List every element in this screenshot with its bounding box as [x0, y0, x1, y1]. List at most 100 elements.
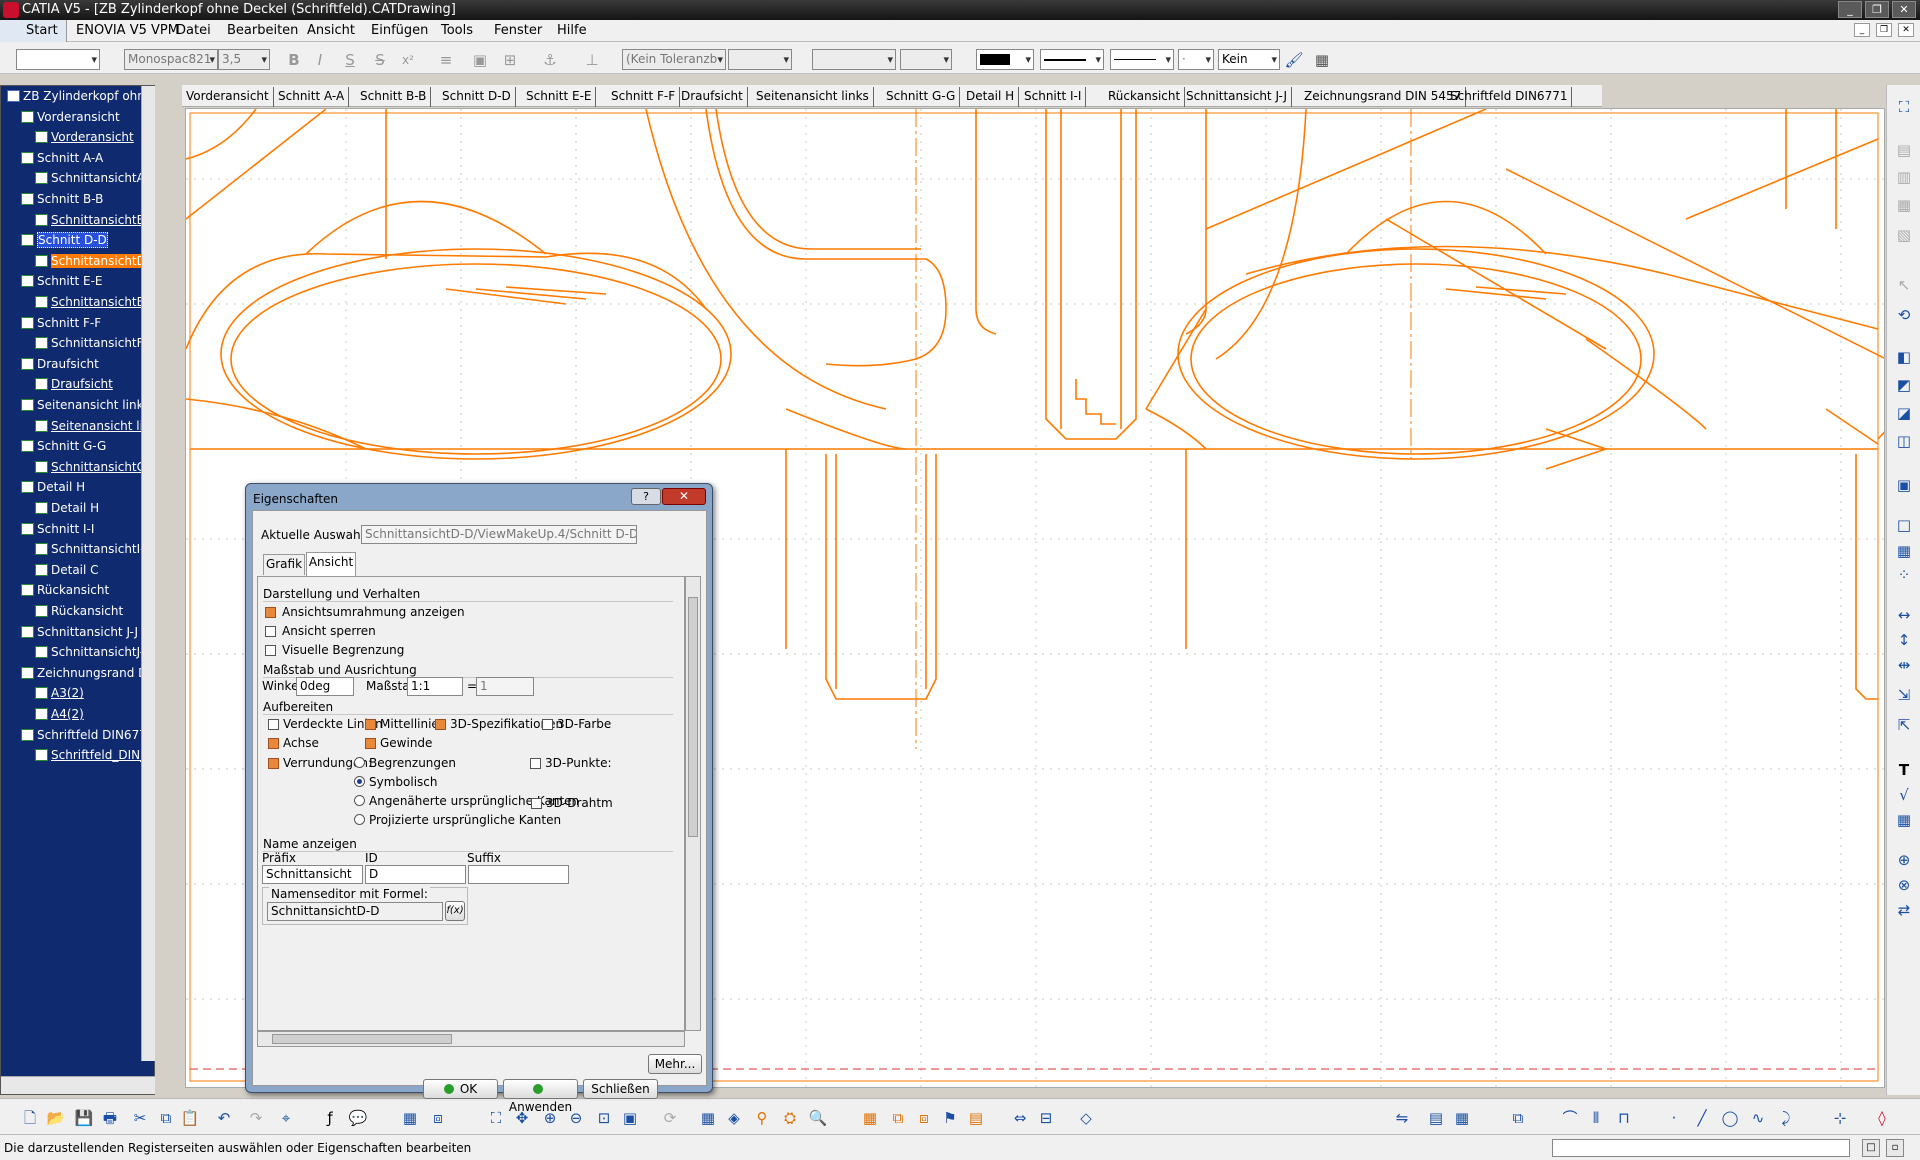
frame-icon[interactable]: ▣ — [470, 50, 490, 70]
more-button[interactable]: Mehr... — [648, 1054, 702, 1074]
symmetry-icon[interactable]: ⫴ — [1586, 1108, 1606, 1128]
fillet-approx-radio[interactable] — [354, 795, 365, 806]
view3-icon[interactable]: ▦ — [1894, 195, 1914, 215]
sheet-tab[interactable]: Schnitt D-D — [438, 87, 516, 107]
sheet-tab[interactable]: Rückansicht — [1104, 87, 1186, 107]
view-frame-icon[interactable]: ⧈ — [914, 1108, 934, 1128]
chart-icon[interactable]: ▤ — [1426, 1108, 1446, 1128]
tree-node[interactable]: SchnittansichtJ-J — [35, 644, 141, 660]
undo-icon[interactable]: ↶ — [214, 1108, 234, 1128]
grid-icon[interactable]: ▦ — [1894, 541, 1914, 561]
formula-input[interactable]: SchnittansichtD-D — [267, 902, 443, 921]
sheet-tab[interactable]: Detail H — [962, 87, 1020, 107]
whats-this-icon[interactable]: ⌖ — [276, 1108, 296, 1128]
lock-view-checkbox[interactable] — [265, 626, 276, 637]
sheet-tab[interactable]: Schnitt A-A — [274, 87, 350, 107]
tree-node[interactable]: ZB Zylinderkopf ohne Dec — [7, 88, 141, 104]
tree-node[interactable]: Schnitt A-A — [21, 150, 103, 166]
inspect-icon[interactable]: 🔍 — [808, 1108, 828, 1128]
lineweight-combo[interactable] — [1110, 49, 1174, 70]
filter-icon[interactable]: ⚑ — [940, 1108, 960, 1128]
select-icon[interactable]: ↖ — [1894, 275, 1914, 295]
underline-button[interactable]: S — [340, 50, 360, 70]
circle-icon[interactable]: ◯ — [1720, 1108, 1740, 1128]
tree-node[interactable]: Seitenansicht links — [21, 397, 141, 413]
id-input[interactable]: D — [365, 865, 466, 884]
points3d-checkbox[interactable] — [530, 758, 541, 769]
fillet-projected-radio[interactable] — [354, 814, 365, 825]
pattern-combo[interactable]: Kein — [1218, 49, 1280, 70]
menu-ansicht[interactable]: Ansicht — [307, 23, 355, 38]
projection-icon[interactable]: ⟲ — [1894, 305, 1914, 325]
status-button-1[interactable]: □ — [1862, 1139, 1880, 1157]
angle-input[interactable]: 0deg — [296, 677, 354, 696]
panel-horizontal-scrollbar[interactable] — [257, 1031, 685, 1047]
tree-node[interactable]: Detail C — [35, 562, 99, 578]
tree-node[interactable]: Detail H — [21, 479, 85, 495]
status-button-2[interactable]: ▫ — [1886, 1139, 1904, 1157]
refresh-icon[interactable]: ⟳ — [660, 1108, 680, 1128]
redo-icon[interactable]: ↷ — [246, 1108, 266, 1128]
window-icon[interactable]: ⧉ — [1508, 1108, 1528, 1128]
offset-icon[interactable]: ⊓ — [1614, 1108, 1634, 1128]
precision-combo[interactable] — [900, 49, 952, 70]
minimize-button[interactable]: _ — [1838, 1, 1862, 18]
centerline-checkbox[interactable] — [365, 719, 376, 730]
tree-node[interactable]: SchnittansichtG-G — [35, 459, 141, 475]
menu-datei[interactable]: Datei — [176, 23, 211, 38]
hatch-grid-icon[interactable]: ▦ — [860, 1108, 880, 1128]
tree-node[interactable]: A4(2) — [35, 706, 84, 722]
sheet-tab[interactable]: Schnitt E-E — [522, 87, 597, 107]
position-icon[interactable]: ⇔ — [1010, 1108, 1030, 1128]
font-size-combo[interactable]: 3,5 — [218, 49, 270, 70]
grid-snap-icon[interactable]: ▦ — [698, 1108, 718, 1128]
command-input[interactable] — [1552, 1139, 1850, 1157]
menu-start[interactable]: Start — [0, 20, 67, 42]
symbol-icon[interactable]: ⊥ — [582, 50, 602, 70]
new-icon[interactable]: 🗋 — [20, 1108, 40, 1128]
dialog-close-button[interactable]: ✕ — [662, 488, 706, 505]
tab-ansicht[interactable]: Ansicht — [306, 552, 356, 576]
sheet-tab[interactable]: Schriftfeld DIN6771 — [1446, 87, 1573, 107]
tree-node[interactable]: Schnitt G-G — [21, 438, 106, 454]
doc-minimize-button[interactable]: _ — [1854, 23, 1870, 37]
print-icon[interactable]: 🖶 — [100, 1108, 120, 1128]
sheet-tab[interactable]: Vorderansicht — [182, 87, 274, 107]
tolerance-value-combo[interactable] — [728, 49, 792, 70]
view-icon[interactable]: ▤ — [1894, 140, 1914, 160]
tree-node[interactable]: SchnittansichtI-I — [35, 541, 141, 557]
normal-view-icon[interactable]: ▣ — [620, 1108, 640, 1128]
tree-node[interactable]: Vorderansicht — [21, 109, 120, 125]
restore-button[interactable]: ❐ — [1865, 1, 1889, 18]
hatch-icon[interactable]: ▦ — [1312, 50, 1332, 70]
tree-node[interactable]: Vorderansicht — [35, 129, 134, 145]
sheet-tab[interactable]: Zeichnungsrand DIN 5457 — [1300, 87, 1467, 107]
strikethrough-button[interactable]: S — [370, 50, 390, 70]
copy-icon[interactable]: ⧉ — [156, 1108, 176, 1128]
tolerance-combo[interactable]: (Kein Toleranzb — [622, 49, 726, 70]
superscript-button[interactable]: x² — [398, 50, 418, 70]
panel-vertical-scrollbar[interactable] — [685, 576, 701, 1031]
tree-node[interactable]: SchnittansichtD-D — [35, 253, 141, 269]
selection-combo[interactable]: SchnittansichtD-D/ViewMakeUp.4/Schnitt D… — [361, 525, 637, 544]
dimension3-icon[interactable]: ⇹ — [1894, 655, 1914, 675]
clip-icon[interactable]: ◪ — [1894, 403, 1914, 423]
open-icon[interactable]: 📂 — [46, 1108, 66, 1128]
dimension4-icon[interactable]: ⇲ — [1894, 685, 1914, 705]
view4-icon[interactable]: ▧ — [1894, 225, 1914, 245]
cursor-icon[interactable]: ⚲ — [752, 1108, 772, 1128]
table-icon[interactable]: ▦ — [1894, 810, 1914, 830]
section-icon[interactable]: ◧ — [1894, 347, 1914, 367]
tree-horizontal-scrollbar[interactable] — [1, 1076, 155, 1094]
curve-icon[interactable]: ⤸ — [1776, 1108, 1796, 1128]
detail-icon[interactable]: ◩ — [1894, 375, 1914, 395]
analysis-icon[interactable]: ◈ — [724, 1108, 744, 1128]
formula-icon[interactable]: ƒ — [320, 1108, 340, 1128]
sheet-tab[interactable]: Schnitt F-F — [607, 87, 681, 107]
dimension2-icon[interactable]: ↕ — [1894, 630, 1914, 650]
style-combo[interactable] — [16, 49, 100, 70]
close-window-button[interactable]: ✕ — [1892, 1, 1916, 18]
suffix-input[interactable] — [468, 865, 569, 884]
comment-icon[interactable]: 💬 — [348, 1108, 368, 1128]
apply-button[interactable]: Anwenden — [503, 1079, 578, 1114]
